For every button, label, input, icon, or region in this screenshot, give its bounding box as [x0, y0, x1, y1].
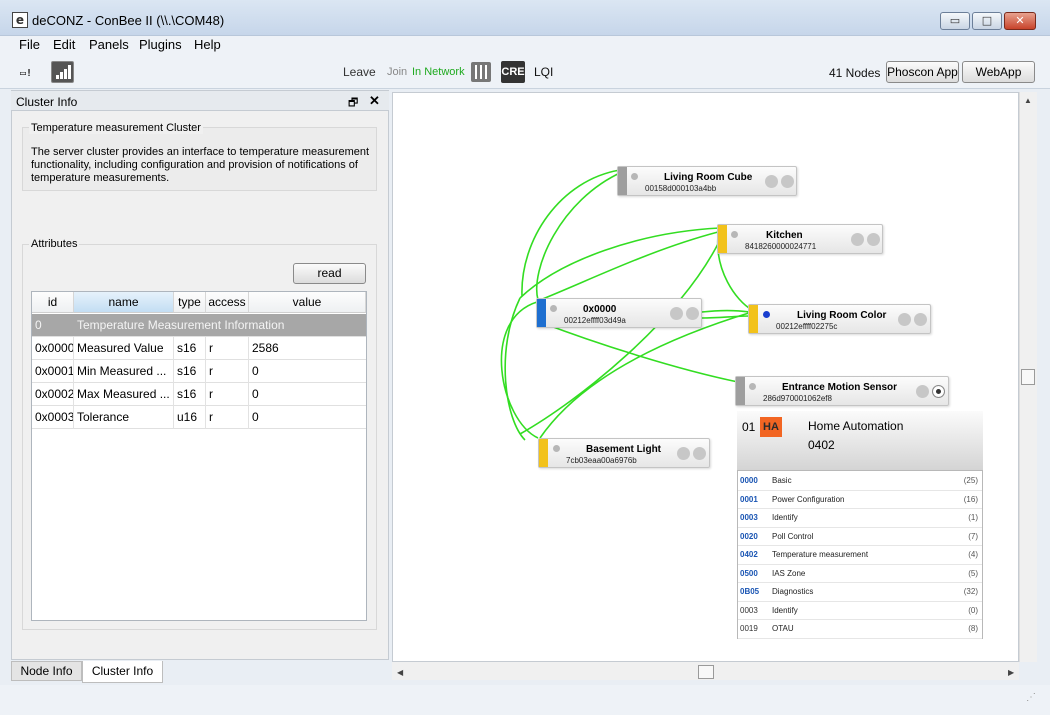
node-status-dot: [749, 383, 756, 390]
node-status-dot: [631, 173, 638, 180]
node-color-bar: [537, 299, 546, 327]
node-name: Basement Light: [586, 444, 662, 455]
node-name: Entrance Motion Sensor: [782, 382, 898, 393]
link-line: [539, 311, 753, 439]
node-port[interactable]: [898, 313, 911, 326]
node-port[interactable]: [781, 175, 794, 188]
cluster-id: 0500: [740, 568, 758, 578]
cluster-name: Diagnostics: [772, 587, 814, 596]
link-line: [500, 301, 539, 439]
node-name: Living Room Cube: [664, 172, 753, 183]
node-port[interactable]: [916, 385, 929, 398]
cluster-row[interactable]: 0000 Basic (25): [738, 472, 982, 491]
node-color-bar: [718, 225, 727, 253]
cluster-id: 0000: [740, 476, 758, 485]
cluster-name: Basic: [772, 476, 792, 485]
node-port[interactable]: [677, 447, 690, 460]
node-color-bar: [749, 305, 758, 333]
cluster-id: 0003: [740, 513, 758, 522]
node-port[interactable]: [670, 307, 683, 320]
cluster-id: 0020: [740, 531, 758, 541]
node-port[interactable]: [867, 233, 880, 246]
ha-profile-icon: HA: [760, 417, 782, 437]
node-status-dot: [550, 305, 557, 312]
cluster-row[interactable]: 0019 OTAU (8): [738, 620, 982, 639]
cluster-row[interactable]: 0003 Identify (0): [738, 602, 982, 620]
status-bar: [0, 685, 1050, 715]
cluster-count: (8): [968, 624, 978, 633]
cluster-name: Identify: [772, 513, 798, 522]
node-address: 00212effff03d49a: [564, 316, 626, 325]
node-kitchen[interactable]: Kitchen 8418260000024771: [717, 224, 883, 254]
device-id: 0402: [808, 438, 835, 452]
node-address: 7cb03eaa00a6976b: [566, 456, 637, 465]
scroll-up-icon[interactable]: ▲: [1024, 96, 1032, 105]
cluster-count: (4): [968, 550, 978, 559]
cluster-row[interactable]: 0B05 Diagnostics (32): [738, 583, 982, 602]
cluster-name: Identify: [772, 605, 798, 615]
vertical-scroll-thumb[interactable]: [1021, 369, 1035, 385]
node-port[interactable]: [914, 313, 927, 326]
cluster-id: 0019: [740, 624, 758, 633]
link-line: [521, 169, 621, 297]
cluster-name: Power Configuration: [772, 494, 845, 504]
node-port[interactable]: [851, 233, 864, 246]
resize-grip-icon[interactable]: ⋰: [1026, 692, 1036, 703]
node-status-dot: [553, 445, 560, 452]
node-address: 00158d000103a4bb: [645, 184, 717, 193]
node-name: Kitchen: [766, 230, 803, 241]
cluster-id: 0B05: [740, 587, 760, 596]
link-line: [519, 239, 721, 435]
node-basement-light[interactable]: Basement Light 7cb03eaa00a6976b: [538, 438, 710, 468]
profile-name: Home Automation: [808, 419, 904, 433]
node-address: 286d970001062ef8: [763, 394, 832, 403]
horizontal-scroll-thumb[interactable]: [698, 665, 714, 679]
cluster-row[interactable]: 0500 IAS Zone (5): [738, 565, 982, 583]
node-living-room-cube[interactable]: Living Room Cube 00158d000103a4bb: [617, 166, 797, 196]
node-port-selected[interactable]: [932, 385, 945, 398]
cluster-id: 0402: [740, 550, 758, 559]
node-entrance-motion-sensor[interactable]: Entrance Motion Sensor 286d970001062ef8: [735, 376, 949, 406]
cluster-name: Poll Control: [772, 531, 814, 541]
cluster-count: (0): [968, 605, 978, 615]
node-color-bar: [539, 439, 548, 467]
endpoint-number: 01: [742, 420, 756, 434]
scroll-left-icon[interactable]: ◀: [397, 668, 403, 677]
cluster-row[interactable]: 0402 Temperature measurement (4): [738, 546, 982, 565]
node-living-room-color[interactable]: Living Room Color 00212effff02275c: [748, 304, 931, 334]
cluster-name: IAS Zone: [772, 568, 806, 578]
link-line: [536, 171, 623, 301]
node-port[interactable]: [693, 447, 706, 460]
cluster-count: (1): [968, 513, 978, 522]
link-line: [539, 321, 739, 383]
cluster-count: (5): [968, 568, 978, 578]
cluster-count: (7): [968, 531, 978, 541]
node-color-bar: [736, 377, 745, 405]
node-status-dot: [731, 231, 738, 238]
node-status-dot: [763, 311, 770, 318]
cluster-id: 0003: [740, 605, 758, 615]
scroll-right-icon[interactable]: ▶: [1008, 668, 1014, 677]
cluster-id: 0001: [740, 494, 758, 504]
cluster-row[interactable]: 0001 Power Configuration (16): [738, 491, 982, 509]
link-line: [504, 297, 526, 441]
cluster-name: Temperature measurement: [772, 550, 869, 559]
node-address: 8418260000024771: [745, 242, 817, 251]
cluster-row[interactable]: 0020 Poll Control (7): [738, 528, 982, 546]
node-port[interactable]: [686, 307, 699, 320]
cluster-row[interactable]: 0003 Identify (1): [738, 509, 982, 528]
node-color-bar: [618, 167, 627, 195]
node-coordinator[interactable]: 0x0000 00212effff03d49a: [536, 298, 702, 328]
node-name: Living Room Color: [797, 310, 887, 321]
cluster-count: (16): [963, 494, 978, 504]
cluster-name: OTAU: [772, 624, 794, 633]
node-port[interactable]: [765, 175, 778, 188]
cluster-count: (32): [963, 587, 978, 596]
node-address: 00212effff02275c: [776, 322, 838, 331]
node-name: 0x0000: [583, 304, 617, 315]
link-line: [701, 315, 751, 319]
link-line: [701, 309, 751, 313]
cluster-count: (25): [963, 476, 978, 485]
